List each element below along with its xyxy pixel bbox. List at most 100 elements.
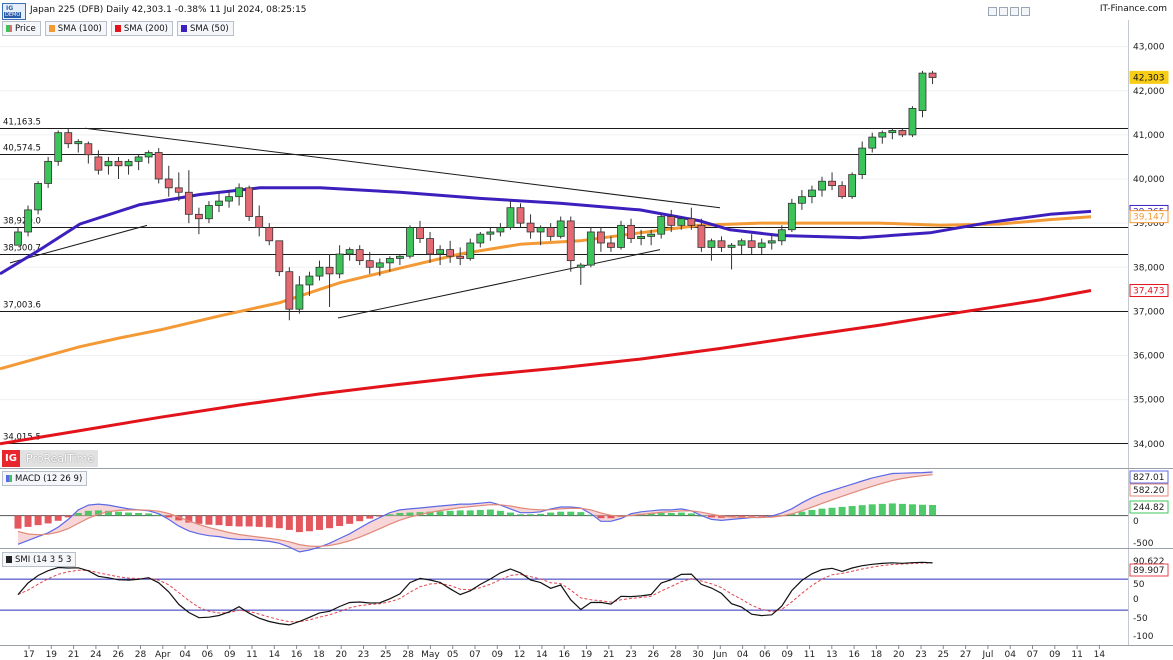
candle-up (305, 275, 314, 286)
macd-hist-down (44, 515, 52, 524)
candle-up (104, 160, 113, 167)
candle-up (787, 202, 796, 231)
macd-hist-up (396, 512, 404, 516)
macd-hist-down (14, 515, 22, 529)
macd-hist-up (517, 514, 524, 516)
macd-axis-tick: 0 (1133, 517, 1139, 527)
smi-axis-tick: 50 (1133, 580, 1145, 590)
macd-hist-down (215, 515, 223, 526)
macd-hist-up (466, 510, 474, 516)
candle-down (697, 224, 706, 248)
macd-hist-up (84, 510, 92, 516)
x-axis-tick: 20 (893, 650, 905, 660)
macd-hist-up (557, 511, 565, 516)
x-axis-tick: 21 (68, 650, 79, 660)
candle-up (134, 156, 143, 162)
macd-hist-up (476, 509, 484, 516)
macd-hist-down (205, 515, 213, 525)
macd-hist-down (285, 515, 293, 530)
x-axis-tick: Jul (981, 650, 993, 660)
candle-up (637, 235, 645, 239)
smi-axis-tick: 89.907 (1133, 566, 1165, 576)
x-axis-tick: May (421, 650, 440, 660)
macd-hist-up (919, 504, 926, 516)
x-axis-tick: 23 (915, 650, 926, 660)
x-axis-tick: 19 (46, 650, 58, 660)
candle-down (687, 218, 696, 226)
last-value-label: 37,473 (1133, 287, 1165, 297)
x-axis-tick: 28 (402, 650, 414, 660)
candle-up (908, 108, 917, 136)
price-chart[interactable]: 41,163.540,574.538,920.038,300.737,003.6… (0, 0, 1173, 660)
x-axis-tick: 04 (179, 650, 191, 660)
price-axis-tick: 37,000 (1133, 307, 1165, 317)
candle-up (777, 229, 786, 242)
macd-hist-up (527, 514, 535, 516)
candle-up (476, 233, 485, 244)
price-axis-tick: 42,000 (1133, 87, 1165, 97)
x-axis-tick: 06 (759, 650, 771, 660)
smi-axis-tick: -50 (1133, 614, 1148, 624)
macd-axis-tick: 582.20 (1133, 486, 1165, 496)
macd-hist-down (346, 515, 354, 524)
macd-hist-up (74, 512, 82, 516)
x-axis-tick: 13 (826, 650, 837, 660)
prorealtime-label: ProRealTime (26, 452, 95, 465)
candle-up (144, 152, 153, 158)
price-axis-tick: 43,000 (1133, 43, 1165, 53)
macd-hist-down (316, 515, 323, 530)
candle-down (184, 191, 193, 215)
x-axis-tick: 05 (447, 650, 458, 660)
candle-down (245, 187, 254, 217)
x-axis-tick: 27 (960, 650, 971, 660)
x-axis-tick: 16 (558, 650, 570, 660)
macd-hist-down (265, 515, 273, 528)
macd-axis-tick: -500 (1133, 539, 1154, 549)
candle-up (858, 147, 867, 175)
candle-down (597, 231, 605, 244)
candle-up (14, 231, 22, 246)
candle-down (838, 185, 846, 198)
smi-label[interactable]: SMI (14 3 5 3 (2, 552, 77, 567)
x-axis-tick: 16 (291, 650, 303, 660)
candle-up (707, 240, 716, 248)
candle-up (657, 216, 666, 235)
price-axis-tick: 35,000 (1133, 396, 1165, 406)
macd-hist-down (165, 515, 173, 518)
candle-up (586, 231, 595, 266)
candle-down (607, 242, 615, 248)
macd-hist-up (898, 503, 906, 516)
candle-up (576, 264, 585, 268)
macd-axis-tick: 827.01 (1133, 473, 1165, 483)
macd-hist-down (54, 515, 62, 521)
macd-hist-up (657, 512, 665, 516)
macd-hist-down (336, 515, 344, 527)
candle-up (617, 224, 625, 248)
candle-down (446, 249, 455, 257)
candle-down (255, 216, 264, 228)
candle-up (868, 136, 877, 149)
x-axis-tick: 25 (380, 650, 391, 660)
sma200-line (0, 289, 1092, 446)
candle-up (385, 258, 394, 264)
macd-label[interactable]: MACD (12 26 9) (2, 471, 88, 486)
macd-hist-down (758, 515, 766, 517)
sma100-line (0, 215, 1092, 371)
macd-hist-down (356, 515, 364, 522)
macd-hist-up (888, 503, 896, 516)
candle-down (456, 255, 465, 259)
macd-axis-tick: 244.82 (1133, 503, 1165, 513)
candle-up (506, 207, 515, 228)
x-axis-tick: 11 (1071, 650, 1082, 660)
x-axis-tick: 26 (112, 650, 124, 660)
candle-down (154, 152, 163, 180)
candle-up (888, 130, 897, 134)
macd-hist-down (24, 515, 32, 527)
candle-down (325, 266, 334, 275)
sma50-line (0, 186, 1092, 276)
macd-hist-up (798, 511, 806, 516)
candle-up (315, 266, 324, 277)
candle-up (737, 240, 746, 246)
level-label: 38,920.0 (3, 217, 41, 227)
macd-hist-up (486, 509, 494, 516)
